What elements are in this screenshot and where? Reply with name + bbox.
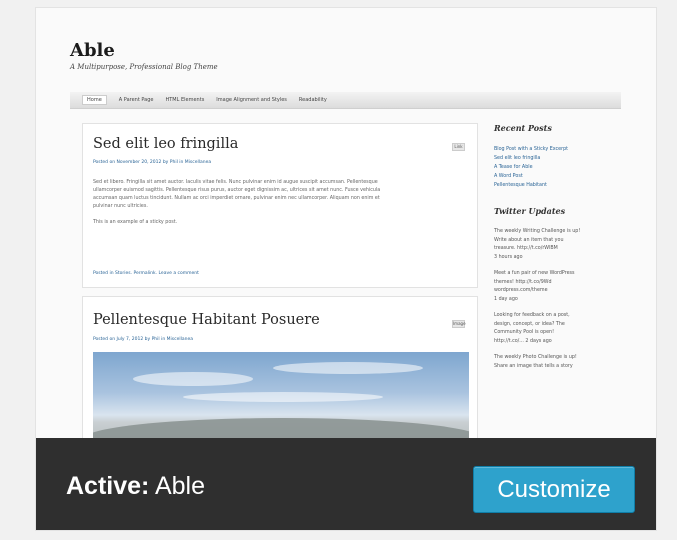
customize-button[interactable]: Customize [473, 466, 635, 513]
preview-recent-post-link: Pellentesque Habitant [494, 183, 547, 188]
preview-post-line: pulvinar nunc ultricies. [93, 204, 148, 209]
preview-tweet-line: Looking for feedback on a post, [494, 313, 570, 318]
preview-tweet: Looking for feedback on a post, design, … [494, 312, 624, 346]
preview-recent-posts-heading: Recent Posts [494, 123, 552, 133]
preview-recent-post-link: Blog Post with a Sticky Excerpt [494, 147, 568, 152]
preview-nav-bar: Home A Parent Page HTML Elements Image A… [70, 92, 621, 109]
preview-tweet-line: http://t.co/... 2 days ago [494, 338, 552, 344]
preview-sidebar: Recent Posts Blog Post with a Sticky Exc… [494, 123, 624, 379]
preview-tweet-line: 3 hours ago [494, 254, 523, 260]
preview-post-line: Sed et libero. Fringilla sit amet auctor… [93, 180, 378, 185]
preview-post-footer: Posted in Stories. Permalink. Leave a co… [93, 271, 199, 276]
preview-nav-item: A Parent Page [118, 97, 154, 103]
preview-tweet-line: The weekly Writing Challenge is up! [494, 229, 581, 234]
active-prefix: Active: [66, 472, 150, 500]
preview-post-title: Pellentesque Habitant Posuere [93, 312, 320, 328]
active-theme-label: Active: Able [66, 472, 205, 501]
active-theme-name: Able [154, 472, 205, 500]
preview-tweet: The weekly Photo Challenge is up! Share … [494, 354, 624, 371]
preview-tweet-line: Write about an item that you [494, 237, 564, 243]
preview-tweet-line: The weekly Photo Challenge is up! [494, 355, 577, 360]
preview-tweet-line: design, concept, or idea? The [494, 321, 565, 327]
preview-tweet-line: 1 day ago [494, 296, 518, 302]
preview-tweet-line: treasure. http://t.co/rWlBM [494, 246, 558, 251]
preview-recent-post-link: A Tease for Able [494, 165, 533, 170]
preview-nav-item: HTML Elements [165, 97, 205, 103]
preview-post-format-badge: Link [452, 143, 465, 151]
preview-nav-item: Home [82, 95, 107, 105]
preview-post: Pellentesque Habitant Posuere Image Post… [82, 296, 478, 446]
preview-post: Sed elit leo fringilla Link Posted on No… [82, 123, 478, 288]
preview-recent-post-link: A Word Post [494, 174, 523, 179]
preview-post-line: accumsan quam luctus tincidunt. Nullam a… [93, 196, 380, 201]
preview-site-tagline: A Multipurpose, Professional Blog Theme [70, 63, 218, 71]
preview-post-body: Sed et libero. Fringilla sit amet auctor… [93, 179, 463, 227]
preview-nav-item: Image Alignment and Styles [216, 97, 287, 103]
preview-site-title: Able [70, 40, 115, 61]
preview-twitter-heading: Twitter Updates [494, 206, 566, 216]
preview-post-meta: Posted on November 20, 2012 by Phil in M… [93, 160, 212, 165]
preview-post-line: ullamcorper euismod sagittis. Pellentesq… [93, 188, 381, 193]
preview-post-format-badge: Image [452, 320, 466, 328]
preview-recent-post-link: Sed elit leo fringilla [494, 156, 541, 161]
theme-card[interactable]: Able A Multipurpose, Professional Blog T… [36, 8, 656, 530]
preview-tweet-line: Share an image that tells a story [494, 363, 573, 369]
preview-tweet-line: Community Pool is open! [494, 330, 554, 335]
preview-tweet-line: wordpress.com/theme [494, 288, 548, 293]
preview-post-title: Sed elit leo fringilla [93, 136, 239, 152]
preview-tweet-line: themes! http://t.co/9Wd [494, 279, 552, 285]
preview-nav-item: Readability [298, 97, 327, 103]
preview-post-line: This is an example of a sticky post. [93, 220, 178, 225]
preview-post-meta: Posted on July 7, 2012 by Phil in Miscel… [93, 337, 193, 342]
preview-landscape-image [93, 352, 469, 442]
active-theme-bar: Active: Able Customize [36, 438, 656, 530]
theme-screenshot[interactable]: Able A Multipurpose, Professional Blog T… [36, 8, 656, 446]
preview-tweet: The weekly Writing Challenge is up! Writ… [494, 228, 624, 262]
preview-tweet: Meet a fun pair of new WordPress themes!… [494, 270, 624, 304]
preview-tweet-line: Meet a fun pair of new WordPress [494, 271, 575, 276]
